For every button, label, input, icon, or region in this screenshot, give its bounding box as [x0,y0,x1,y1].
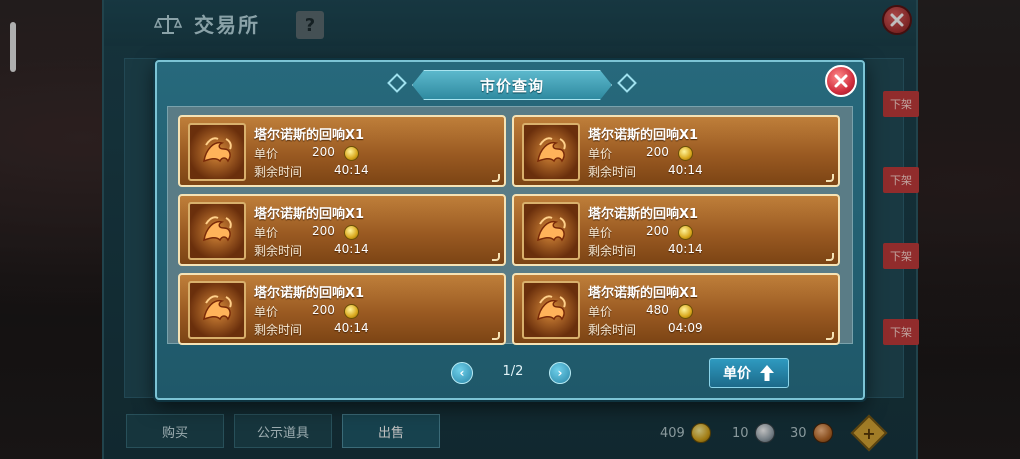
chevron-right-icon: › [557,366,563,380]
corner-ornament [492,332,500,340]
time-label: 剩余时间 [588,323,637,337]
time-label: 剩余时间 [254,244,303,258]
listing-card[interactable]: 塔尔诺斯的回响X1 单价 200 剩余时间 40:14 [178,194,506,266]
price-label: 单价 [588,226,613,240]
gold-coin-icon [344,146,359,161]
time-value: 40:14 [334,321,369,335]
time-value: 04:09 [668,321,703,335]
corner-ornament [492,174,500,182]
listing-card[interactable]: 塔尔诺斯的回响X1 单价 200 剩余时间 40:14 [512,194,840,266]
price-label: 单价 [254,147,279,161]
price-value: 200 [646,145,669,159]
market-price-modal: 市价查询 塔尔诺斯的回响X1 单价 200 剩余时间 40:14 塔尔诺斯的回响… [155,60,865,400]
next-page-button[interactable]: › [549,362,571,384]
gold-coin-icon [678,225,693,240]
arrow-up-icon [760,365,774,381]
dragon-icon [203,295,232,321]
item-icon [188,123,246,181]
dragon-icon [537,216,566,242]
gold-coin-icon [344,225,359,240]
item-icon [188,202,246,260]
item-icon [522,123,580,181]
dragon-icon [537,137,566,163]
listing-card[interactable]: 塔尔诺斯的回响X1 单价 200 剩余时间 40:14 [178,273,506,345]
item-name: 塔尔诺斯的回响X1 [588,286,699,301]
price-label: 单价 [588,147,613,161]
price-label: 单价 [254,305,279,319]
item-icon [522,202,580,260]
item-name: 塔尔诺斯的回响X1 [254,128,365,143]
time-label: 剩余时间 [588,165,637,179]
item-icon [522,281,580,339]
modal-close-button[interactable] [825,65,857,97]
time-label: 剩余时间 [254,165,303,179]
time-value: 40:14 [334,242,369,256]
item-name: 塔尔诺斯的回响X1 [588,128,699,143]
time-label: 剩余时间 [588,244,637,258]
price-value: 200 [646,224,669,238]
page-indicator: 1/2 [502,364,524,379]
price-label: 单价 [254,226,279,240]
listing-card[interactable]: 塔尔诺斯的回响X1 单价 200 剩余时间 40:14 [512,115,840,187]
title-ornament-icon [617,73,637,93]
listing-card[interactable]: 塔尔诺斯的回响X1 单价 480 剩余时间 04:09 [512,273,840,345]
gold-coin-icon [344,304,359,319]
price-label: 单价 [588,305,613,319]
gold-coin-icon [678,146,693,161]
corner-ornament [826,253,834,261]
sort-by-price-button[interactable]: 单价 [709,358,789,388]
modal-title: 市价查询 [479,76,544,95]
price-value: 200 [312,303,335,317]
item-icon [188,281,246,339]
price-value: 200 [312,145,335,159]
sort-label: 单价 [723,366,751,382]
listing-panel: 塔尔诺斯的回响X1 单价 200 剩余时间 40:14 塔尔诺斯的回响X1 单价… [167,106,853,345]
time-label: 剩余时间 [254,323,303,337]
item-name: 塔尔诺斯的回响X1 [588,207,699,222]
corner-ornament [826,174,834,182]
dragon-icon [537,295,566,321]
item-name: 塔尔诺斯的回响X1 [254,207,365,222]
time-value: 40:14 [668,163,703,177]
dragon-icon [203,137,232,163]
gold-coin-icon [678,304,693,319]
chevron-left-icon: ‹ [459,366,465,380]
title-ornament-icon [387,73,407,93]
corner-ornament [826,332,834,340]
close-icon [834,74,848,88]
price-value: 200 [312,224,335,238]
listing-card[interactable]: 塔尔诺斯的回响X1 单价 200 剩余时间 40:14 [178,115,506,187]
prev-page-button[interactable]: ‹ [451,362,473,384]
corner-ornament [492,253,500,261]
price-value: 480 [646,303,669,317]
item-name: 塔尔诺斯的回响X1 [254,286,365,301]
time-value: 40:14 [668,242,703,256]
dragon-icon [203,216,232,242]
time-value: 40:14 [334,163,369,177]
